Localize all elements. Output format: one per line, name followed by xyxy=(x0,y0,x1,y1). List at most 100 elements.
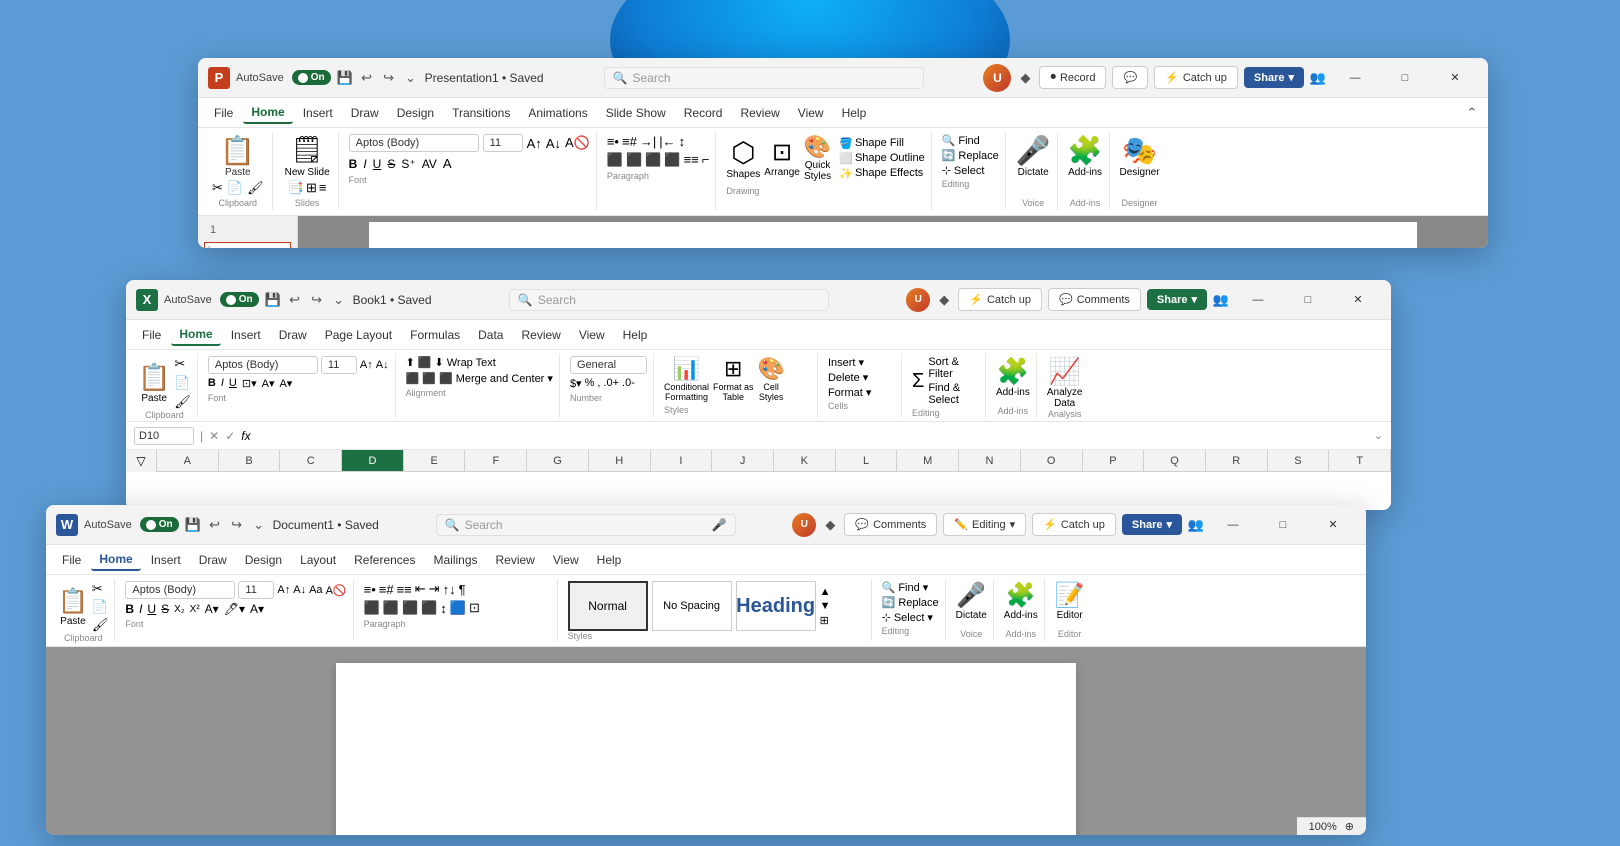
xl-minimize-button[interactable]: — xyxy=(1235,284,1281,316)
xl-menu-pagelayout[interactable]: Page Layout xyxy=(317,325,400,345)
ppt-save-icon[interactable]: 💾 xyxy=(337,70,353,86)
xl-cell-styles[interactable]: 🎨 CellStyles xyxy=(757,356,784,402)
ppt-ribbon-collapse[interactable]: ⌃ xyxy=(1464,105,1480,121)
xl-diamond-icon[interactable]: ◆ xyxy=(936,292,952,308)
ppt-bold-btn[interactable]: B xyxy=(349,157,358,171)
wd-font-color2[interactable]: A▾ xyxy=(250,602,264,616)
wd-font-color[interactable]: A▾ xyxy=(205,602,219,616)
xl-col-i[interactable]: I xyxy=(651,450,713,471)
wd-line-spacing[interactable]: ↕ xyxy=(440,601,447,616)
wd-people-icon[interactable]: 👥 xyxy=(1188,517,1204,533)
ppt-menu-help[interactable]: Help xyxy=(834,103,875,123)
wd-catchup-button[interactable]: ⚡ Catch up xyxy=(1032,513,1116,536)
wd-editing-button[interactable]: ✏️ Editing ▾ xyxy=(943,513,1026,536)
ppt-layout-icon[interactable]: ⊞ xyxy=(306,180,317,196)
wd-style-normal[interactable]: Normal xyxy=(568,581,648,631)
xl-align-center[interactable]: ⬛ xyxy=(422,372,436,385)
xl-comments-button[interactable]: 💬 Comments xyxy=(1048,288,1141,311)
xl-col-q[interactable]: Q xyxy=(1144,450,1206,471)
ppt-user-avatar[interactable]: U xyxy=(983,64,1011,92)
xl-catchup-button[interactable]: ⚡ Catch up xyxy=(958,288,1042,311)
wd-menu-insert[interactable]: Insert xyxy=(143,550,189,570)
ppt-slide-thumb[interactable]: 1 xyxy=(204,242,291,248)
wd-menu-view[interactable]: View xyxy=(545,550,587,570)
xl-comma[interactable]: , xyxy=(597,377,600,390)
ppt-menu-home[interactable]: Home xyxy=(243,102,292,124)
ppt-shape-fill-btn[interactable]: 🪣 Shape Fill xyxy=(839,137,924,150)
wd-menu-design[interactable]: Design xyxy=(237,550,290,570)
wd-menu-mailings[interactable]: Mailings xyxy=(425,550,485,570)
xl-cell-ref[interactable]: D10 xyxy=(134,427,194,445)
ppt-align-center[interactable]: ⬛ xyxy=(626,152,642,168)
ppt-find-btn[interactable]: 🔍 Find xyxy=(942,134,999,147)
ppt-select-btn[interactable]: ⊹ Select xyxy=(942,164,999,177)
ppt-menu-review[interactable]: Review xyxy=(732,103,787,123)
xl-save-icon[interactable]: 💾 xyxy=(265,292,281,308)
wd-num-list[interactable]: ≡# xyxy=(379,582,394,597)
xl-confirm-edit[interactable]: ✓ xyxy=(225,429,235,443)
xl-wrap-text[interactable]: Wrap Text xyxy=(447,357,496,369)
wd-bullets[interactable]: ≡• xyxy=(364,582,376,597)
xl-col-g[interactable]: G xyxy=(527,450,589,471)
xl-increase-font[interactable]: A↑ xyxy=(360,359,373,371)
xl-share-button[interactable]: Share ▾ xyxy=(1147,289,1207,310)
wd-change-case[interactable]: Aa xyxy=(309,584,322,596)
xl-menu-file[interactable]: File xyxy=(134,325,169,345)
ppt-addins-btn[interactable]: 🧩 Add-ins xyxy=(1068,134,1103,178)
wd-sort[interactable]: ↑↓ xyxy=(443,582,456,597)
ppt-menu-design[interactable]: Design xyxy=(389,103,442,123)
xl-fill-color[interactable]: A▾ xyxy=(262,377,275,390)
xl-format-btn[interactable]: Format ▾ xyxy=(828,386,895,399)
ppt-shapes-btn[interactable]: ⬡ Shapes xyxy=(726,136,760,180)
xl-maximize-button[interactable]: □ xyxy=(1285,284,1331,316)
xl-analyze-btn[interactable]: 📈 AnalyzeData xyxy=(1047,356,1083,409)
ppt-format-painter-icon[interactable]: 🖌 xyxy=(247,180,264,196)
ppt-decrease-font[interactable]: A↓ xyxy=(546,136,561,151)
xl-col-l[interactable]: L xyxy=(836,450,898,471)
wd-zoom-icon[interactable]: ⊕ xyxy=(1345,820,1354,833)
ppt-catchup-button[interactable]: ⚡ Catch up xyxy=(1154,66,1238,89)
wd-style-nospacing[interactable]: No Spacing xyxy=(652,581,732,631)
xl-sum-btn[interactable]: Σ xyxy=(912,370,924,393)
ppt-people-icon[interactable]: 👥 xyxy=(1310,70,1326,86)
wd-find-btn[interactable]: 🔍 Find ▾ xyxy=(882,581,939,594)
xl-conditional-formatting[interactable]: 📊 ConditionalFormatting xyxy=(664,356,709,402)
xl-align-top[interactable]: ⬆ xyxy=(406,356,415,369)
ppt-font-color-icon[interactable]: A xyxy=(443,156,452,171)
ppt-align-justify[interactable]: ⬛ xyxy=(664,152,680,168)
xl-menu-review[interactable]: Review xyxy=(513,325,568,345)
wd-select-btn[interactable]: ⊹ Select ▾ xyxy=(882,611,939,624)
xl-col-n[interactable]: N xyxy=(959,450,1021,471)
ppt-record-button[interactable]: ⏺ Record xyxy=(1039,66,1106,89)
xl-col-m[interactable]: M xyxy=(897,450,959,471)
ppt-designer-btn[interactable]: 🎭 Designer xyxy=(1120,134,1160,178)
wd-mic-icon[interactable]: 🎤 xyxy=(712,518,727,532)
wd-clear-format[interactable]: A🚫 xyxy=(326,584,347,597)
wd-customize-icon[interactable]: ⌄ xyxy=(251,517,267,533)
wd-dictate-btn[interactable]: 🎤 Dictate xyxy=(956,581,987,621)
wd-undo-icon[interactable]: ↩ xyxy=(207,517,223,533)
wd-maximize-button[interactable]: □ xyxy=(1260,509,1306,541)
wd-menu-home[interactable]: Home xyxy=(91,549,140,571)
xl-currency[interactable]: $▾ xyxy=(570,377,582,390)
xl-find-select[interactable]: Find &Select xyxy=(928,382,960,406)
xl-number-format[interactable]: General xyxy=(570,356,647,374)
ppt-align-left[interactable]: ⬛ xyxy=(607,152,623,168)
ppt-indent-btn[interactable]: →| xyxy=(640,134,656,149)
ppt-undo-icon[interactable]: ↩ xyxy=(359,70,375,86)
xl-menu-data[interactable]: Data xyxy=(470,325,511,345)
xl-dec-decrease[interactable]: .0- xyxy=(622,377,635,390)
xl-addins-btn[interactable]: 🧩 Add-ins xyxy=(996,356,1030,398)
xl-format-painter[interactable]: 🖌 xyxy=(174,394,191,410)
ppt-quick-styles-btn[interactable]: 🎨 QuickStyles xyxy=(804,134,831,182)
xl-col-o[interactable]: O xyxy=(1021,450,1083,471)
wd-font-select[interactable]: Aptos (Body) xyxy=(125,581,235,599)
wd-paste-btn[interactable]: 📋 Paste xyxy=(58,587,88,627)
xl-insert-btn[interactable]: Insert ▾ xyxy=(828,356,895,369)
xl-underline[interactable]: U xyxy=(229,377,237,390)
xl-customize-icon[interactable]: ⌄ xyxy=(331,292,347,308)
wd-border[interactable]: ⊡ xyxy=(469,600,480,616)
ppt-strikethrough-btn[interactable]: S xyxy=(387,157,395,171)
ppt-line-space-btn[interactable]: ↕ xyxy=(679,134,686,149)
xl-col-e[interactable]: E xyxy=(404,450,466,471)
